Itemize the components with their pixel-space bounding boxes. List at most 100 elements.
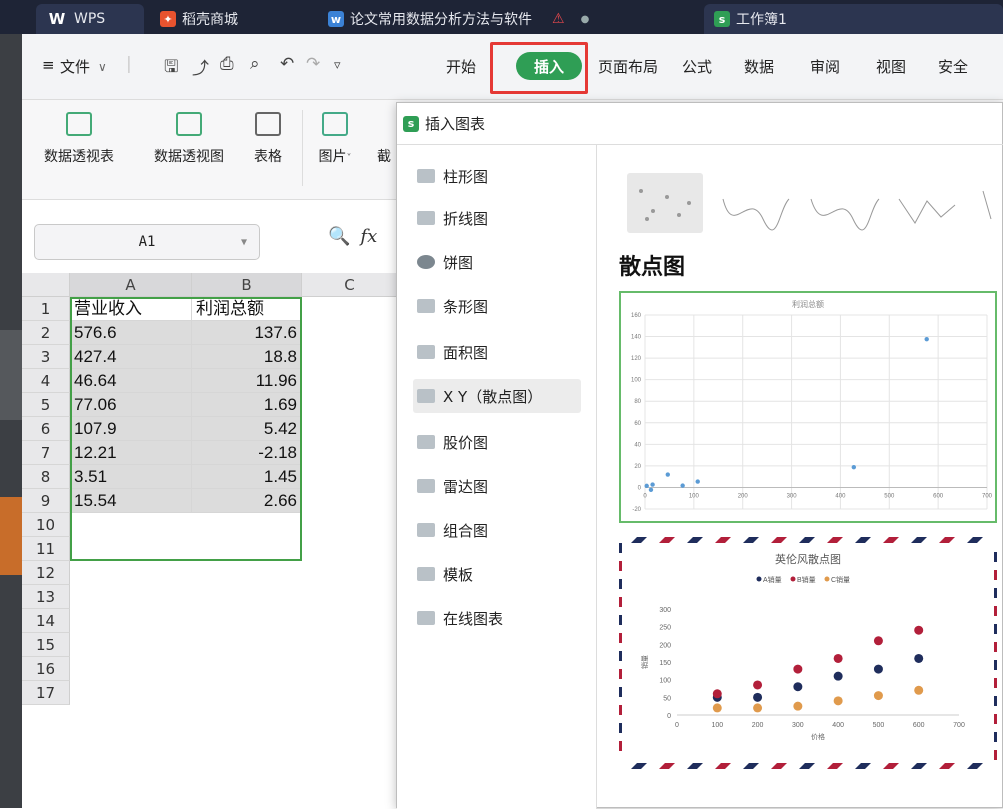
british-scatter-preview-card[interactable]: 英伦风散点图 A销量 B销量 C销量 0 50 100 150 200 250 300 0 100 200… (603, 537, 997, 769)
row-header[interactable]: 11 (22, 537, 70, 561)
cell-a3[interactable]: 427.4 (70, 345, 192, 369)
save-icon[interactable]: 🖫 (164, 54, 178, 83)
chart-type-online[interactable]: 在线图表 (413, 601, 581, 635)
more-dropdown-icon[interactable]: ▿ (334, 58, 341, 73)
row-header[interactable]: 15 (22, 633, 70, 657)
chart-type-area[interactable]: 面积图 (413, 335, 581, 369)
file-menu[interactable]: 文件 (60, 56, 90, 77)
cell-a5[interactable]: 77.06 (70, 393, 192, 417)
cell-a8[interactable]: 3.51 (70, 465, 192, 489)
row-header[interactable]: 10 (22, 513, 70, 537)
table-button[interactable]: 表格 (248, 112, 288, 166)
row-header[interactable]: 16 (22, 657, 70, 681)
tab-document[interactable]: w 论文常用数据分析方法与软件 ⚠ ● (318, 4, 698, 34)
chart-type-combo[interactable]: 组合图 (413, 513, 581, 547)
chart-type-stock[interactable]: 股价图 (413, 425, 581, 459)
tab-page-layout[interactable]: 页面布局 (598, 56, 658, 77)
pivot-chart-button[interactable]: 数据透视图 (144, 112, 234, 166)
redo-icon[interactable]: ↷ (306, 54, 320, 74)
spreadsheet-grid[interactable]: A B C 1 2 3 4 5 6 7 8 9 10 11 12 13 14 1… (22, 273, 398, 808)
picture-icon (322, 112, 348, 136)
chart-type-template[interactable]: 模板 (413, 557, 581, 591)
hamburger-icon[interactable]: ≡ (42, 56, 55, 74)
chart-title: 利润总额 (792, 299, 824, 309)
chevron-down-icon[interactable]: ∨ (98, 60, 107, 74)
chart-type-pie[interactable]: 饼图 (413, 245, 581, 279)
row-header[interactable]: 2 (22, 321, 70, 345)
chart-type-list: 柱形图 折线图 饼图 条形图 面积图 X Y（散点图） 股价图 雷达图 组合图 … (397, 145, 597, 809)
cell-b4[interactable]: 11.96 (192, 369, 302, 393)
cell-a9[interactable]: 15.54 (70, 489, 192, 513)
cell-a1[interactable]: 营业收入 (70, 297, 192, 321)
row-header[interactable]: 1 (22, 297, 70, 321)
scatter-point (712, 689, 722, 699)
screenshot-button[interactable]: 截 (374, 112, 394, 166)
cell-b2[interactable]: 137.6 (192, 321, 302, 345)
chart-type-column[interactable]: 柱形图 (413, 159, 581, 193)
scatter-point (914, 685, 924, 695)
button-label: 表格 (254, 149, 282, 165)
chart-type-label: 在线图表 (443, 609, 504, 628)
row-header[interactable]: 7 (22, 441, 70, 465)
tab-home[interactable]: 开始 (446, 56, 476, 77)
row-header[interactable]: 5 (22, 393, 70, 417)
column-header-a[interactable]: A (70, 273, 192, 297)
cell-a2[interactable]: 576.6 (70, 321, 192, 345)
cell-a4[interactable]: 46.64 (70, 369, 192, 393)
scatter-point (793, 701, 803, 711)
name-box[interactable]: A1 ▼ (34, 224, 260, 260)
cell-b6[interactable]: 5.42 (192, 417, 302, 441)
tab-docer-store[interactable]: ✦ 稻壳商城 (150, 4, 300, 34)
tab-workbook[interactable]: s 工作簿1 (704, 4, 1003, 34)
cell-b1[interactable]: 利润总额 (192, 297, 302, 321)
chart-type-bar[interactable]: 条形图 (413, 289, 581, 323)
pivot-table-button[interactable]: 数据透视表 (38, 112, 120, 166)
dialog-title-bar[interactable]: s 插入图表 (397, 103, 1003, 145)
tab-security[interactable]: 安全 (938, 56, 968, 77)
row-header[interactable]: 17 (22, 681, 70, 705)
row-header[interactable]: 13 (22, 585, 70, 609)
scatter-markers-thumbnail[interactable] (627, 173, 703, 233)
chart-type-scatter[interactable]: X Y（散点图） (413, 379, 581, 413)
zoom-icon[interactable]: 🔍 (328, 226, 350, 247)
warning-icon: ⚠ (552, 11, 565, 27)
picture-button[interactable]: 图片˅ (312, 112, 358, 166)
column-header-c[interactable]: C (302, 273, 398, 297)
column-c-empty[interactable] (302, 297, 398, 705)
row-header[interactable]: 14 (22, 609, 70, 633)
area-chart-icon (417, 345, 435, 359)
tab-wps[interactable]: W WPS (36, 4, 144, 34)
tab-formulas[interactable]: 公式 (682, 56, 712, 77)
export-icon[interactable]: ⤴ (192, 54, 209, 79)
cell-b8[interactable]: 1.45 (192, 465, 302, 489)
undo-icon[interactable]: ↶ (280, 54, 294, 74)
print-preview-icon[interactable]: ⌕ (250, 54, 260, 74)
scatter-preview-card[interactable]: 利润总额 -20 0 20 40 60 80 100 120 140 160 0 100 200 300 40… (619, 291, 997, 523)
fx-label[interactable]: fx (360, 226, 377, 247)
cell-b3[interactable]: 18.8 (192, 345, 302, 369)
tab-view[interactable]: 视图 (876, 56, 906, 77)
row-header[interactable]: 8 (22, 465, 70, 489)
cell-b5[interactable]: 1.69 (192, 393, 302, 417)
x-tick-label: 0 (643, 493, 647, 499)
row-header[interactable]: 9 (22, 489, 70, 513)
print-icon[interactable]: ⎙ (220, 54, 234, 74)
cell-a6[interactable]: 107.9 (70, 417, 192, 441)
select-all-corner[interactable] (22, 273, 70, 297)
chart-type-line[interactable]: 折线图 (413, 201, 581, 235)
column-header-b[interactable]: B (192, 273, 302, 297)
cell-b7[interactable]: -2.18 (192, 441, 302, 465)
row-header[interactable]: 6 (22, 417, 70, 441)
scatter-point (924, 336, 929, 342)
row-header[interactable]: 4 (22, 369, 70, 393)
chevron-down-icon[interactable]: ▼ (241, 237, 247, 248)
row-header[interactable]: 12 (22, 561, 70, 585)
scatter-lines-thumbnails-icon[interactable] (719, 179, 1003, 235)
chart-type-radar[interactable]: 雷达图 (413, 469, 581, 503)
tab-review[interactable]: 审阅 (810, 56, 840, 77)
tab-data[interactable]: 数据 (744, 56, 774, 77)
cell-b9[interactable]: 2.66 (192, 489, 302, 513)
row-header[interactable]: 3 (22, 345, 70, 369)
cell-a7[interactable]: 12.21 (70, 441, 192, 465)
airmail-border-stripe (659, 537, 675, 543)
